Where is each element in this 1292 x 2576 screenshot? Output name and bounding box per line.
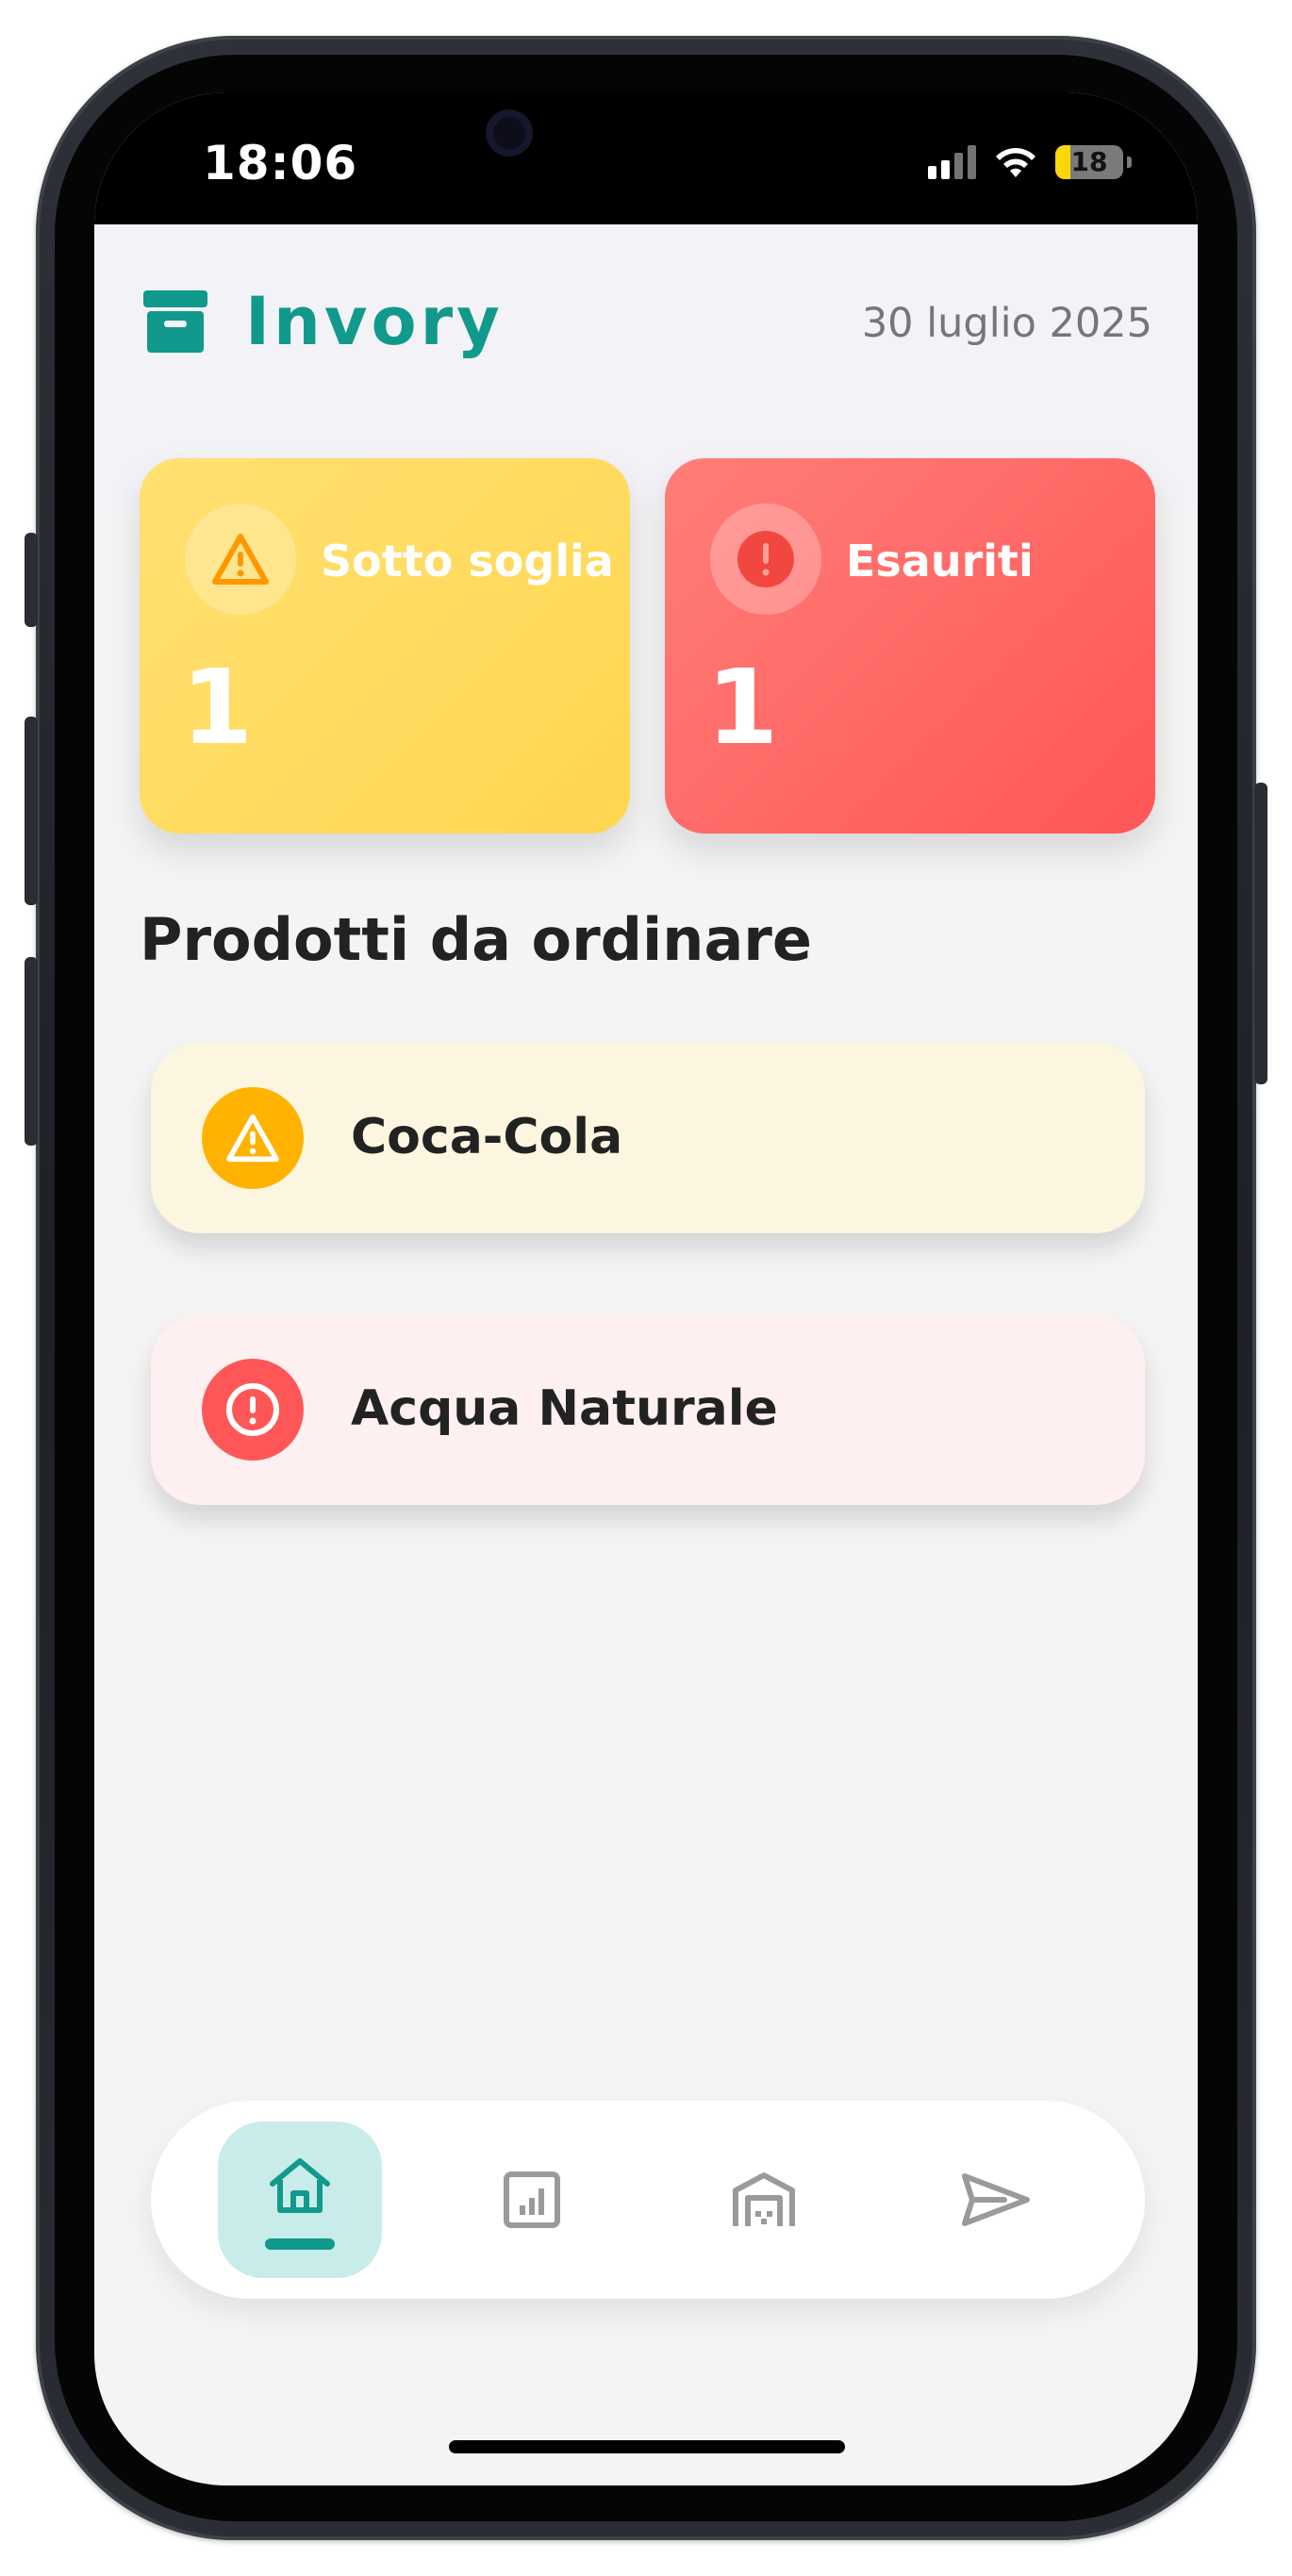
- signal-icon: [928, 145, 976, 179]
- section-title: Prodotti da ordinare: [140, 905, 812, 974]
- nav-active-indicator: [265, 2238, 335, 2250]
- summary-card-count: 1: [706, 647, 779, 768]
- bar-chart-icon: [504, 2171, 560, 2228]
- product-name: Acqua Naturale: [351, 1380, 778, 1437]
- product-item-coca-cola[interactable]: Coca-Cola: [151, 1043, 1145, 1233]
- summary-card-label: Esauriti: [846, 536, 1034, 586]
- exclamation-circle-icon: [737, 531, 794, 587]
- summary-card-label: Sotto soglia: [321, 536, 614, 586]
- bottom-navigation: [151, 2101, 1145, 2299]
- warning-triangle-icon: [212, 534, 269, 585]
- home-icon: [270, 2158, 330, 2213]
- product-item-acqua-naturale[interactable]: Acqua Naturale: [151, 1314, 1145, 1505]
- battery-level: 18: [1070, 146, 1108, 177]
- action-button: [25, 533, 38, 627]
- power-button: [1254, 783, 1267, 1084]
- dynamic-island: [420, 92, 872, 190]
- summary-card-out-of-stock[interactable]: Esauriti 1: [665, 458, 1155, 834]
- home-indicator[interactable]: [449, 2440, 845, 2453]
- wifi-icon: [996, 148, 1035, 177]
- nav-warehouse[interactable]: [682, 2122, 846, 2278]
- battery-icon: 18: [1055, 145, 1123, 179]
- status-bar: 18:06 18: [94, 92, 1198, 224]
- nav-reports[interactable]: [450, 2122, 614, 2278]
- nav-send[interactable]: [914, 2122, 1078, 2278]
- volume-up-button: [25, 717, 38, 905]
- volume-down-button: [25, 957, 38, 1146]
- app-screen: 18:06 18 Invory 30 luglio 2025 Sotto sog…: [94, 92, 1198, 2485]
- paper-plane-icon: [962, 2173, 1030, 2226]
- summary-card-below-threshold[interactable]: Sotto soglia 1: [140, 458, 630, 834]
- front-camera: [486, 109, 533, 157]
- warehouse-icon: [733, 2172, 795, 2226]
- summary-card-count: 1: [181, 647, 254, 768]
- app-title: Invory: [245, 283, 504, 360]
- product-name: Coca-Cola: [351, 1109, 623, 1165]
- nav-home[interactable]: [218, 2122, 382, 2278]
- warning-triangle-icon: [226, 1114, 279, 1163]
- exclamation-circle-icon: [226, 1383, 279, 1436]
- archive-box-icon: [143, 290, 207, 353]
- current-date: 30 luglio 2025: [861, 300, 1152, 347]
- status-time: 18:06: [203, 136, 358, 190]
